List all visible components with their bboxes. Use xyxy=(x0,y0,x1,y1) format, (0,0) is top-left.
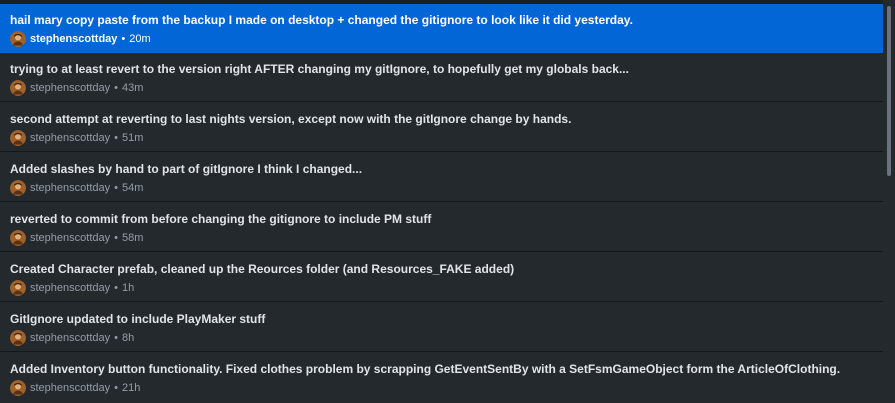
commit-row[interactable]: trying to at least revert to the version… xyxy=(0,53,883,102)
meta-separator: • xyxy=(114,282,118,294)
commit-row[interactable]: second attempt at reverting to last nigh… xyxy=(0,103,883,152)
commit-meta: stephenscottday • 51m xyxy=(10,130,143,146)
commit-summary: reverted to commit from before changing … xyxy=(10,212,432,226)
commit-summary: Created Character prefab, cleaned up the… xyxy=(10,262,515,276)
commit-age: 1h xyxy=(121,282,135,294)
meta-separator: • xyxy=(121,33,126,45)
user-avatar-icon xyxy=(10,180,26,196)
commit-summary: hail mary copy paste from the backup I m… xyxy=(10,13,633,27)
commit-age: 43m xyxy=(121,82,144,94)
commit-row[interactable]: hail mary copy paste from the backup I m… xyxy=(0,4,883,53)
commit-author: stephenscottday xyxy=(30,382,111,394)
commit-age: 20m xyxy=(129,33,151,45)
commit-summary: trying to at least revert to the version… xyxy=(10,62,629,76)
commit-author: stephenscottday xyxy=(30,132,111,144)
meta-separator: • xyxy=(114,232,118,244)
commit-author: stephenscottday xyxy=(30,33,118,45)
commit-meta: stephenscottday • 43m xyxy=(10,80,143,96)
meta-separator: • xyxy=(114,382,118,394)
commit-meta: stephenscottday • 1h xyxy=(10,280,134,296)
commit-meta: stephenscottday • 20m xyxy=(10,31,151,47)
commit-row[interactable]: Added Inventory button functionality. Fi… xyxy=(0,353,883,402)
meta-separator: • xyxy=(114,132,118,144)
commit-summary: GitIgnore updated to include PlayMaker s… xyxy=(10,312,266,326)
commit-author: stephenscottday xyxy=(30,82,111,94)
user-avatar-icon xyxy=(10,380,26,396)
commit-author: stephenscottday xyxy=(30,282,111,294)
user-avatar-icon xyxy=(10,31,26,47)
commit-age: 51m xyxy=(121,132,144,144)
user-avatar-icon xyxy=(10,80,26,96)
commit-age: 8h xyxy=(121,332,135,344)
meta-separator: • xyxy=(114,332,118,344)
commit-row[interactable]: Added slashes by hand to part of gitIgno… xyxy=(0,153,883,202)
meta-separator: • xyxy=(114,82,118,94)
user-avatar-icon xyxy=(10,130,26,146)
user-avatar-icon xyxy=(10,330,26,346)
commit-row[interactable]: Created Character prefab, cleaned up the… xyxy=(0,253,883,302)
commit-summary: Added Inventory button functionality. Fi… xyxy=(10,362,841,376)
commit-row[interactable]: GitIgnore updated to include PlayMaker s… xyxy=(0,303,883,352)
user-avatar-icon xyxy=(10,230,26,246)
commit-meta: stephenscottday • 54m xyxy=(10,180,143,196)
commit-history-list[interactable]: hail mary copy paste from the backup I m… xyxy=(0,0,895,403)
vertical-scrollbar[interactable] xyxy=(883,0,895,403)
commit-age: 21h xyxy=(121,382,141,394)
commit-author: stephenscottday xyxy=(30,232,111,244)
commit-summary: second attempt at reverting to last nigh… xyxy=(10,112,572,126)
commit-meta: stephenscottday • 21h xyxy=(10,380,140,396)
commit-author: stephenscottday xyxy=(30,182,111,194)
commit-row[interactable]: reverted to commit from before changing … xyxy=(0,203,883,252)
meta-separator: • xyxy=(114,182,118,194)
user-avatar-icon xyxy=(10,280,26,296)
commit-meta: stephenscottday • 8h xyxy=(10,330,134,346)
scrollbar-thumb[interactable] xyxy=(887,6,891,176)
commit-age: 54m xyxy=(121,182,144,194)
commit-summary: Added slashes by hand to part of gitIgno… xyxy=(10,162,363,176)
commit-author: stephenscottday xyxy=(30,332,111,344)
commit-meta: stephenscottday • 58m xyxy=(10,230,143,246)
commit-age: 58m xyxy=(121,232,144,244)
